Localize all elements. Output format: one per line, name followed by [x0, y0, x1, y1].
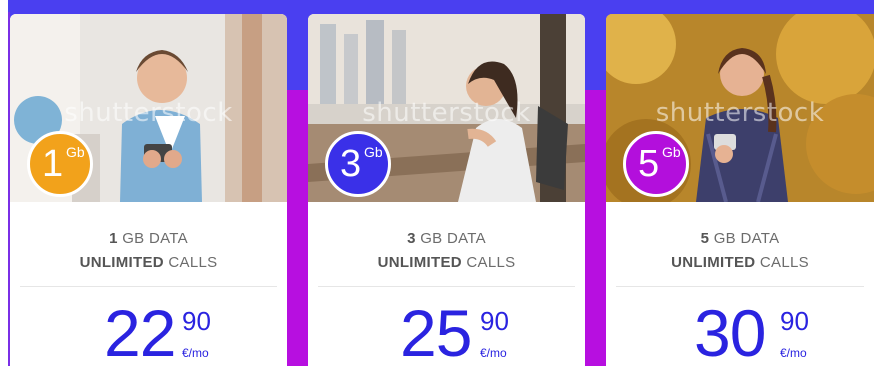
badge-number: 3	[340, 143, 362, 185]
badge-unit: Gb	[364, 144, 383, 160]
price-whole: 30	[694, 296, 766, 370]
plan-card-3gb[interactable]: shutterstock 3 Gb 3 GB DATA UNLIMITED CA…	[308, 14, 585, 374]
calls-suffix: CALLS	[163, 254, 218, 271]
calls-strong: UNLIMITED	[671, 254, 756, 271]
price-cents: 90	[182, 306, 211, 336]
watermark: shutterstock	[64, 98, 233, 128]
data-badge-1gb: 1 Gb	[27, 131, 93, 197]
plan-card-1gb[interactable]: shutterstock 1 Gb 1 GB DATA UNLIMITED CA…	[10, 14, 287, 374]
watermark: shutterstock	[655, 98, 825, 128]
badge-number: 1	[42, 143, 64, 185]
badge-number: 5	[638, 143, 660, 185]
data-badge-3gb: 3 Gb	[325, 131, 391, 197]
data-amount: 3	[407, 230, 416, 247]
price: 25 90 €/mo	[308, 300, 585, 374]
price-period: €/mo	[480, 346, 507, 360]
data-suffix: GB DATA	[415, 230, 486, 247]
calls-strong: UNLIMITED	[377, 254, 462, 271]
price: 30 90 €/mo	[606, 300, 874, 374]
data-allowance: 1 GB DATA	[10, 230, 287, 247]
data-amount: 1	[109, 230, 118, 247]
calls-suffix: CALLS	[461, 254, 516, 271]
calls-strong: UNLIMITED	[79, 254, 164, 271]
price-cents: 90	[780, 306, 809, 336]
data-allowance: 5 GB DATA	[606, 230, 874, 247]
price-period: €/mo	[182, 346, 209, 360]
left-margin	[0, 0, 8, 366]
calls-allowance: UNLIMITED CALLS	[606, 254, 874, 271]
price-period: €/mo	[780, 346, 807, 360]
data-allowance: 3 GB DATA	[308, 230, 585, 247]
price-whole: 25	[400, 296, 472, 370]
price-whole: 22	[104, 296, 176, 370]
badge-unit: Gb	[66, 144, 85, 160]
data-suffix: GB DATA	[709, 230, 780, 247]
price: 22 90 €/mo	[10, 300, 287, 374]
plan-card-5gb[interactable]: shutterstock 5 Gb 5 GB DATA UNLIMITED CA…	[606, 14, 874, 374]
calls-allowance: UNLIMITED CALLS	[10, 254, 287, 271]
badge-unit: Gb	[662, 144, 681, 160]
price-cents: 90	[480, 306, 509, 336]
divider	[318, 286, 575, 287]
calls-allowance: UNLIMITED CALLS	[308, 254, 585, 271]
data-amount: 5	[700, 230, 710, 247]
divider	[616, 286, 864, 287]
watermark: shutterstock	[362, 98, 531, 128]
data-badge-5gb: 5 Gb	[623, 131, 689, 197]
calls-suffix: CALLS	[755, 254, 809, 271]
data-suffix: GB DATA	[117, 230, 188, 247]
divider	[20, 286, 277, 287]
